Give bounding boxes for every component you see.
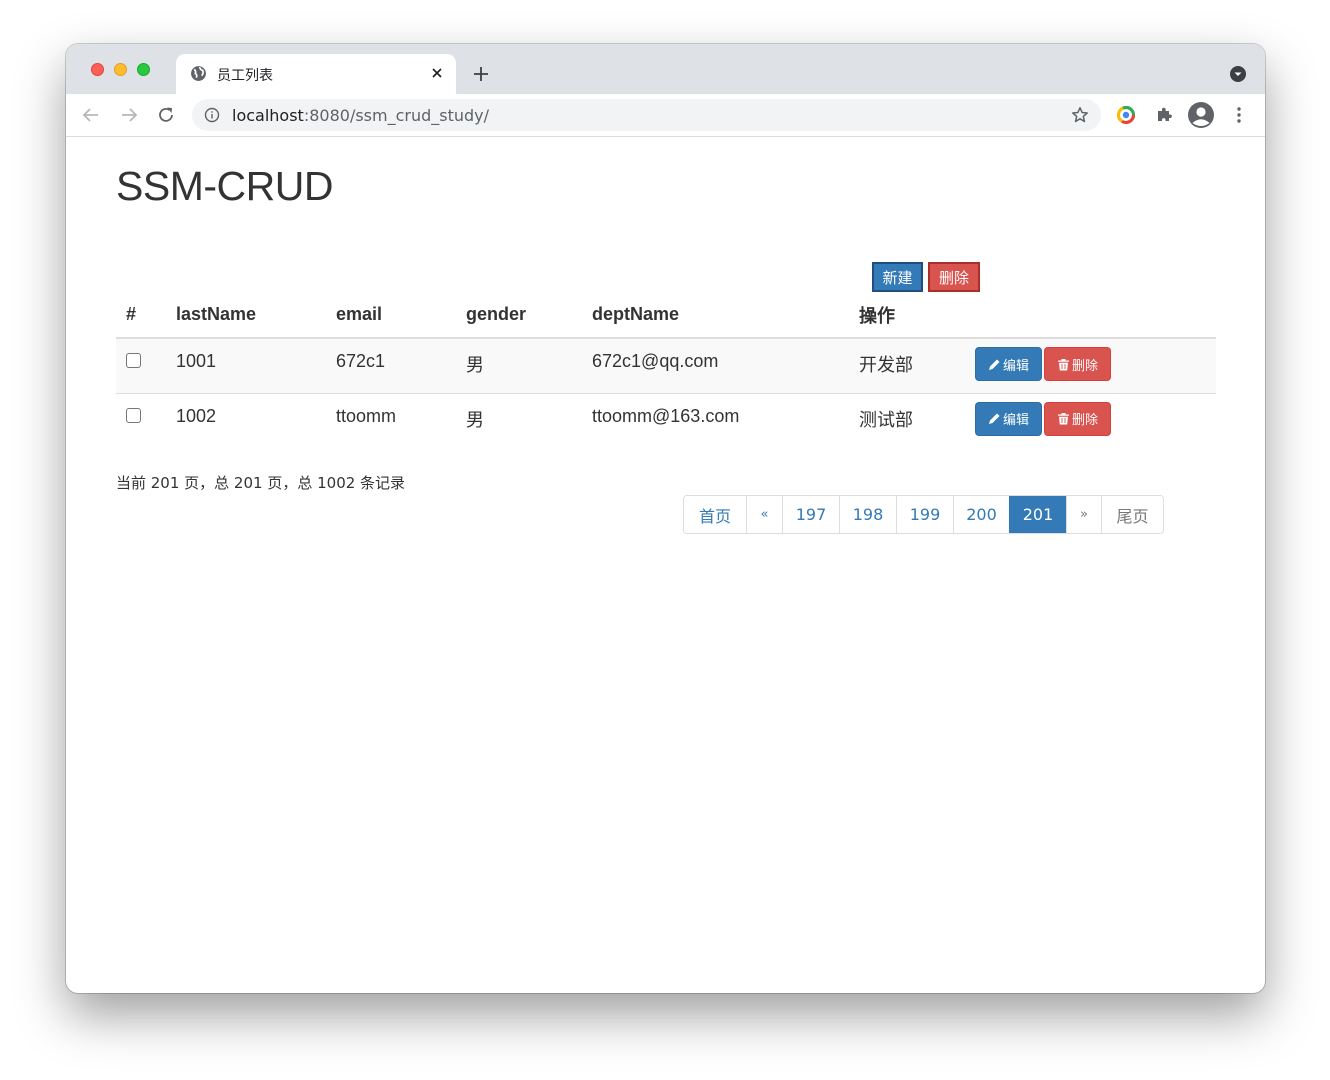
cell-lastname: ttoomm	[326, 392, 456, 448]
edit-button-label: 编辑	[1002, 358, 1029, 374]
cell-email: ttoomm@163.com	[582, 392, 849, 448]
url-host: localhost	[232, 106, 304, 125]
cell-actions: 编辑 删除	[965, 337, 1216, 393]
tab-search-icon[interactable]	[1229, 65, 1247, 83]
edit-button[interactable]: 编辑	[975, 347, 1042, 381]
chrome-extension-icon[interactable]	[1116, 105, 1136, 125]
trash-icon	[1057, 358, 1069, 370]
col-header-deptname: deptName	[592, 304, 680, 324]
page-last-link[interactable]: 尾页	[1101, 496, 1163, 533]
page-link-198[interactable]: 198	[839, 496, 896, 533]
cell-id: 1002	[166, 392, 326, 448]
browser-toolbar: localhost:8080/ssm_crud_study/	[66, 94, 1265, 137]
row-checkbox-cell	[116, 337, 166, 393]
reload-icon[interactable]	[156, 105, 176, 125]
site-info-icon[interactable]	[204, 107, 220, 123]
pagination-info: 当前 201 页，总 201 页，总 1002 条记录	[116, 474, 406, 492]
cell-email: 672c1@qq.com	[582, 337, 849, 393]
col-header-lastname: lastName	[176, 304, 257, 324]
table-row: 1002 ttoomm 男 ttoomm@163.com 测试部 编辑 删除	[116, 392, 1216, 448]
cell-gender: 男	[456, 392, 582, 448]
cell-lastname: 672c1	[326, 337, 456, 393]
new-employee-button[interactable]: 新建	[872, 262, 923, 292]
back-icon[interactable]	[81, 105, 101, 125]
close-tab-icon[interactable]	[430, 66, 444, 80]
employee-table: # lastName email gender deptName 操作 1001…	[116, 292, 1216, 448]
menu-kebab-icon[interactable]	[1229, 105, 1249, 125]
forward-icon[interactable]	[119, 105, 139, 125]
cell-id: 1001	[166, 337, 326, 393]
page-link-200[interactable]: 200	[953, 496, 1009, 533]
edit-button[interactable]: 编辑	[975, 401, 1042, 436]
col-header-select: #	[126, 304, 137, 324]
page-link-197[interactable]: 197	[782, 496, 839, 533]
cell-gender: 男	[456, 337, 582, 393]
edit-button-label: 编辑	[1002, 413, 1029, 428]
page-content: SSM-CRUD 新建 删除 # lastName email gender d…	[66, 137, 1265, 993]
page-link-201-current[interactable]: 201	[1009, 496, 1066, 533]
bookmark-star-icon[interactable]	[1071, 106, 1089, 124]
tab-title: 员工列表	[217, 68, 273, 84]
page-prev-link[interactable]: «	[746, 496, 782, 533]
trash-icon	[1057, 413, 1069, 425]
globe-icon	[191, 66, 206, 81]
extensions-puzzle-icon[interactable]	[1154, 105, 1174, 125]
page-first-link[interactable]: 首页	[684, 496, 746, 533]
table-row: 1001 672c1 男 672c1@qq.com 开发部 编辑 删除	[116, 337, 1216, 393]
page-link-199[interactable]: 199	[896, 496, 953, 533]
col-header-blank	[965, 292, 1216, 338]
url-path: :8080/ssm_crud_study/	[303, 106, 490, 125]
new-tab-icon[interactable]	[471, 64, 491, 84]
delete-button[interactable]: 删除	[1044, 401, 1111, 436]
browser-tab[interactable]: 员工列表	[176, 54, 456, 94]
browser-window: 员工列表 localhost:8080/ssm_crud_study/ SSM-…	[66, 44, 1265, 993]
page-title: SSM-CRUD	[116, 163, 333, 209]
address-bar[interactable]: localhost:8080/ssm_crud_study/	[192, 99, 1101, 131]
row-checkbox[interactable]	[126, 407, 141, 423]
row-checkbox[interactable]	[126, 353, 141, 368]
delete-selected-button[interactable]: 删除	[928, 262, 980, 292]
cell-dept: 开发部	[849, 337, 965, 393]
delete-button[interactable]: 删除	[1044, 347, 1111, 381]
pencil-icon	[988, 359, 1000, 370]
zoom-window-button[interactable]	[137, 63, 150, 76]
page-next-link[interactable]: »	[1066, 496, 1101, 533]
close-window-button[interactable]	[91, 63, 104, 76]
col-header-gender: gender	[466, 304, 527, 324]
table-header-row: # lastName email gender deptName 操作	[116, 292, 1216, 338]
delete-button-label: 删除	[1071, 413, 1098, 428]
cell-actions: 编辑 删除	[965, 392, 1216, 448]
col-header-actions: 操作	[859, 305, 895, 327]
cell-dept: 测试部	[849, 392, 965, 448]
delete-button-label: 删除	[1071, 358, 1098, 374]
row-checkbox-cell	[116, 392, 166, 448]
tab-strip: 员工列表	[66, 44, 1265, 94]
pencil-icon	[988, 413, 1000, 424]
pagination: 首页 « 197 198 199 200 201 » 尾页	[683, 495, 1164, 534]
profile-avatar-icon[interactable]	[1187, 101, 1215, 129]
minimize-window-button[interactable]	[114, 63, 127, 76]
col-header-email: email	[336, 304, 383, 324]
url-text: localhost:8080/ssm_crud_study/	[232, 106, 489, 125]
